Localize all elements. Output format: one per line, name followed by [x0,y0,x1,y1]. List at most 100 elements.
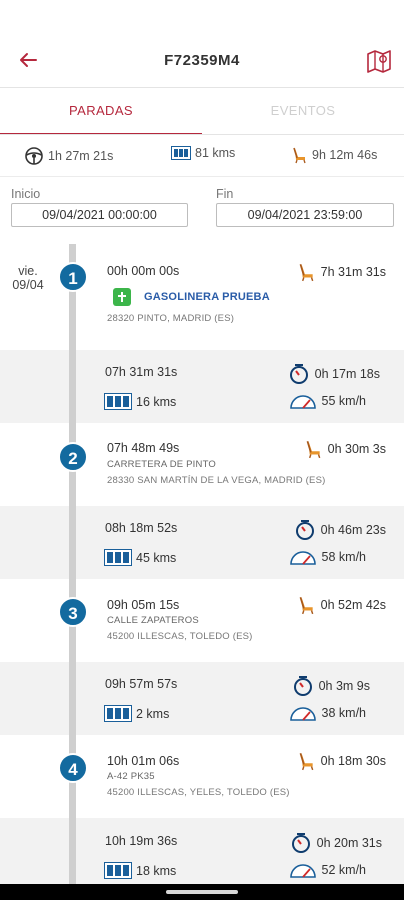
stop-duration: 0h 18m 30s [296,751,386,771]
seat-icon [299,596,314,615]
tabs-divider [0,134,404,135]
page-title: F72359M4 [164,52,240,69]
segment-drive-time: 0h 46m 23s [294,519,386,541]
home-gesture-pill[interactable] [166,890,238,894]
segment-drive-time-value: 0h 17m 18s [314,367,380,381]
segment-item[interactable] [0,350,404,423]
stop-address: 45200 ILLESCAS, TOLEDO (ES) [107,631,253,642]
segment-distance: 2 kms [104,705,169,722]
stop-duration: 7h 31m 31s [296,262,386,282]
distance-value: 81 kms [195,146,236,160]
stop-duration: 0h 30m 3s [303,439,386,459]
stop-duration-value: 0h 18m 30s [320,754,386,768]
end-date-field[interactable]: 09/04/2021 23:59:00 [216,203,394,227]
stop-duration-value: 0h 52m 42s [320,598,386,612]
timeline-line [69,244,76,884]
odometer-icon [171,146,191,160]
stop-arrival-time: 10h 01m 06s [107,754,180,768]
segment-departure-time: 09h 57m 57s [105,677,178,691]
speedometer-icon [289,395,316,409]
seat-icon [306,440,320,459]
tab-paradas[interactable]: PARADAS [0,88,202,135]
start-date-field[interactable]: 09/04/2021 00:00:00 [11,203,188,227]
system-navigation-bar [0,884,404,900]
summary-driving-time: 1h 27m 21s [24,146,113,166]
stop-arrival-time: 07h 48m 49s [107,441,180,455]
stop-duration-value: 7h 31m 31s [320,265,386,279]
trip-summary: 1h 27m 21s 81 kms 9h 12m 46s [0,140,404,172]
tab-paradas-label: PARADAS [69,103,133,118]
segment-distance-value: 2 kms [136,706,170,721]
stop-duration: 0h 52m 42s [296,595,386,615]
end-date-label: Fin [216,187,234,201]
poi-name: GASOLINERA PRUEBA [144,291,270,303]
segment-speed: 38 km/h [289,704,366,722]
segment-speed-value: 58 km/h [321,550,366,564]
segment-departure-time: 10h 19m 36s [105,834,178,848]
steering-wheel-icon [25,147,43,165]
stopwatch-icon [291,833,310,853]
odometer-icon [104,862,132,879]
segment-drive-time: 0h 20m 31s [290,832,382,854]
odometer-icon [104,705,132,722]
tab-bar: PARADAS EVENTOS [0,88,404,135]
segment-departure-time: 08h 18m 52s [105,521,178,535]
segment-distance-value: 45 kms [136,550,177,565]
speedometer-icon [289,707,316,721]
odometer-icon [104,393,132,410]
segment-drive-time-value: 0h 3m 9s [318,679,370,693]
speedometer-icon [289,551,316,565]
map-icon[interactable] [364,46,394,76]
odometer-icon [104,549,132,566]
stopped-time-value: 9h 12m 46s [312,148,378,162]
segment-speed: 58 km/h [289,548,366,566]
seat-icon [293,147,306,164]
stop-number-badge: 4 [58,753,88,783]
stops-timeline: vie. 09/04 1 00h 00m 00s 7h 31m 31s GASO… [0,240,404,884]
segment-speed: 55 km/h [289,392,366,410]
stop-address: 28320 PINTO, MADRID (ES) [107,313,235,324]
stop-number-badge: 3 [58,597,88,627]
stop-street: CARRETERA DE PINTO [107,459,216,470]
stopwatch-icon [293,676,312,696]
stop-duration-value: 0h 30m 3s [327,442,386,456]
stop-street: CALLE ZAPATEROS [107,615,199,626]
segment-drive-time-value: 0h 20m 31s [316,836,382,850]
tab-eventos-label: EVENTOS [270,103,336,118]
seat-icon [299,752,314,771]
segment-drive-time: 0h 17m 18s [288,363,380,385]
stop-number-badge: 1 [58,262,88,292]
segment-item[interactable] [0,662,404,735]
stop-address: 45200 ILLESCAS, YELES, TOLEDO (ES) [107,787,290,798]
app-root: F72359M4 PARADAS EVENTOS 1h 27m 21s 81 k… [0,0,404,900]
summary-divider [0,176,404,177]
speedometer-icon [289,864,316,878]
stop-number-badge: 2 [58,442,88,472]
segment-distance-value: 16 kms [136,394,177,409]
top-app-bar: F72359M4 [0,30,404,88]
start-date-label: Inicio [11,187,41,201]
summary-stopped-time: 9h 12m 46s [290,146,377,164]
segment-distance: 18 kms [104,862,176,879]
segment-speed-value: 55 km/h [321,394,366,408]
day-date: 09/04 [12,278,44,292]
segment-speed: 52 km/h [289,861,366,879]
stop-address: 28330 SAN MARTÍN DE LA VEGA, MADRID (ES) [107,475,326,486]
segment-drive-time-value: 0h 46m 23s [320,523,386,537]
poi-marker-icon [113,288,131,306]
segment-departure-time: 07h 31m 31s [105,365,178,379]
tab-eventos[interactable]: EVENTOS [202,88,404,135]
segment-distance: 16 kms [104,393,176,410]
segment-drive-time: 0h 3m 9s [292,675,370,697]
segment-speed-value: 52 km/h [321,863,366,877]
stopwatch-icon [289,364,308,384]
segment-distance-value: 18 kms [136,863,177,878]
seat-icon [299,263,314,282]
stopwatch-icon [295,520,314,540]
stop-street: A-42 PK35 [107,771,155,782]
segment-item[interactable] [0,506,404,579]
stop-arrival-time: 00h 00m 00s [107,264,180,278]
summary-distance: 81 kms [171,146,235,160]
driving-time-value: 1h 27m 21s [48,149,114,163]
segment-speed-value: 38 km/h [321,706,366,720]
